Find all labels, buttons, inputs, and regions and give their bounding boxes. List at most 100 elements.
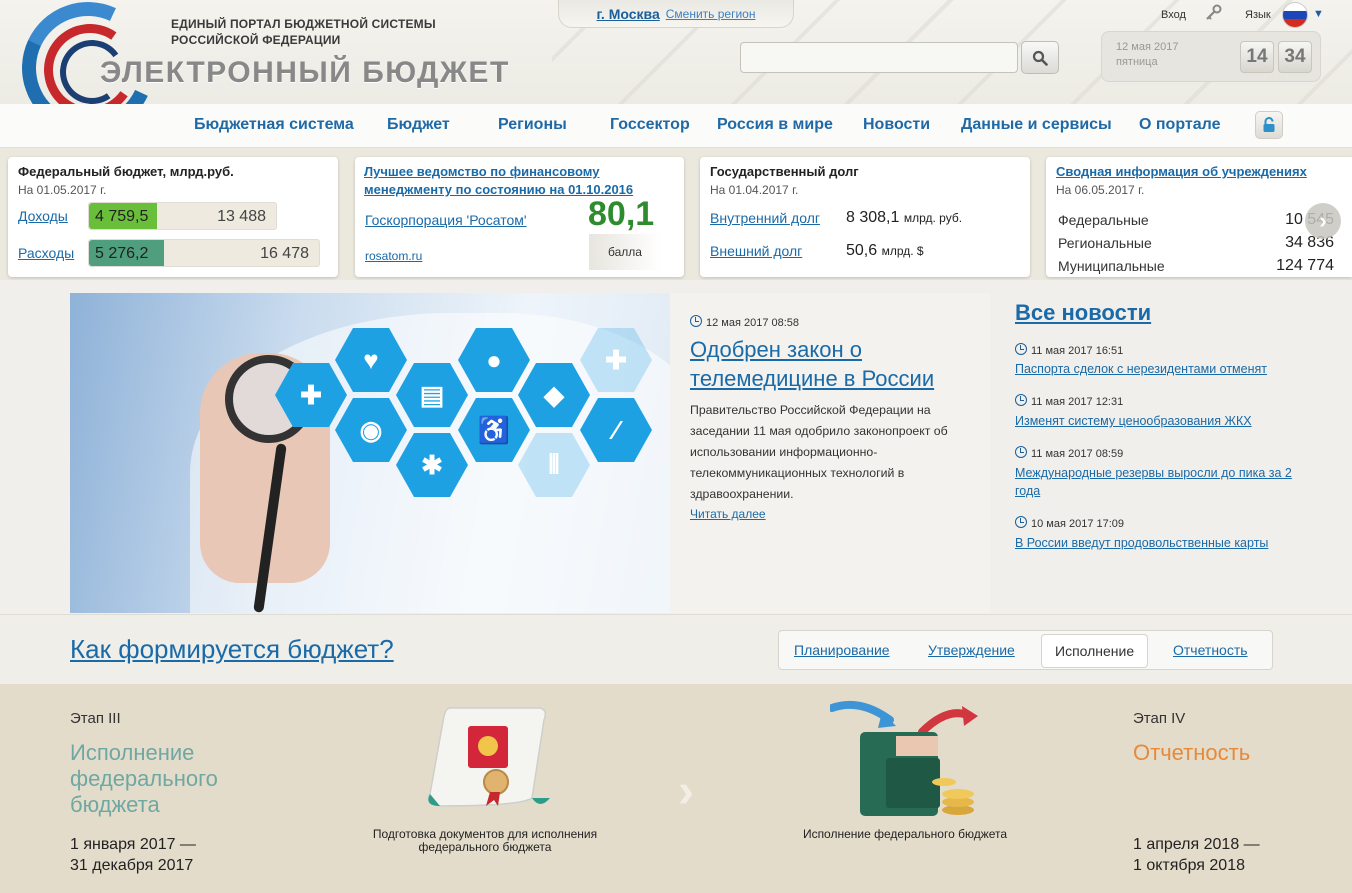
main-navigation: Бюджетная система Бюджет Регионы Госсект… [0,104,1352,148]
news-item-link[interactable]: Паспорта сделок с нерезидентами отменят [1015,360,1315,378]
tab-reporting[interactable]: Отчетность [1173,642,1248,658]
nav-public-sector[interactable]: Госсектор [610,116,690,134]
external-debt-number: 50,6 [846,242,878,259]
clock-icon [1015,516,1027,528]
news-item-link[interactable]: Изменят систему ценообразования ЖКХ [1015,412,1315,430]
expense-link[interactable]: Расходы [18,245,74,261]
clock-icon [1015,343,1027,355]
budget-process-title[interactable]: Как формируется бюджет? [70,634,394,665]
login-link[interactable]: Вход [1161,9,1186,21]
read-more-link[interactable]: Читать далее [690,507,766,521]
external-debt-link[interactable]: Внешний долг [710,243,802,259]
institutions-row-label: Федеральные [1058,212,1149,228]
clock-icon [690,315,702,327]
nav-budget-system[interactable]: Бюджетная система [194,116,354,134]
stage3-dates: 1 января 2017 — 31 декабря 2017 [70,834,196,876]
featured-article-headline[interactable]: Одобрен закон о телемедицине в России [690,335,980,393]
internal-debt-link[interactable]: Внутренний долг [710,210,820,226]
income-total: 13 488 [217,208,266,225]
federal-budget-card: Федеральный бюджет, млрд.руб. На 01.05.2… [8,157,338,277]
stage4-name: Отчетность [1133,740,1251,765]
news-date-text: 11 мая 2017 12:31 [1031,396,1124,408]
nav-budget[interactable]: Бюджет [387,116,450,134]
chevron-right-icon: › [678,765,694,818]
tab-planning[interactable]: Планирование [794,642,890,658]
stage3-start-date: 1 января 2017 — [70,836,196,853]
date-time-widget: 12 мая 2017 пятница 14 34 [1101,31,1321,82]
expense-value: 5 276,2 [95,245,149,262]
best-ministry-card: Лучшее ведомство по финансовому менеджме… [355,157,684,277]
chevron-down-icon[interactable]: ▼ [1313,8,1324,20]
institutions-title[interactable]: Сводная информация об учреждениях [1056,164,1307,179]
news-list: Все новости 11 мая 2017 16:51 Паспорта с… [990,280,1352,614]
tab-approval[interactable]: Утверждение [928,642,1015,658]
brand-title[interactable]: ЭЛЕКТРОННЫЙ БЮДЖЕТ [100,56,510,90]
all-news-link[interactable]: Все новости [1015,300,1151,326]
news-item-link[interactable]: В России введут продовольственные карты [1015,534,1315,552]
russian-flag-icon[interactable] [1282,2,1308,28]
site-header: ЕДИНЫЙ ПОРТАЛ БЮДЖЕТНОЙ СИСТЕМЫ РОССИЙСК… [0,0,1352,104]
rosatom-link[interactable]: Госкорпорация 'Росатом' [365,212,527,228]
telemedicine-illustration[interactable]: ♥ ● ✚ ✚ ▤ ◆ ◉ ♿ ∕ ✱ ⫴ [70,293,670,613]
rosatom-site-link[interactable]: rosatom.ru [365,249,422,263]
nav-about-portal[interactable]: О портале [1139,116,1220,134]
change-region-link[interactable]: Сменить регион [666,7,756,21]
search-button[interactable] [1021,41,1059,74]
clock-icon [1015,394,1027,406]
search-input[interactable] [740,42,1018,73]
budget-process-header: Как формируется бюджет? Планирование Утв… [0,614,1352,684]
stage4-start-date: 1 апреля 2018 — [1133,836,1260,853]
institutions-row-label: Муниципальные [1058,258,1165,274]
nav-news[interactable]: Новости [863,116,930,134]
document-scroll-icon[interactable] [420,702,550,814]
chevron-right-icon: › [1319,208,1327,233]
state-debt-card: Государственный долг На 01.04.2017 г. Вн… [700,157,1030,277]
news-date-text: 11 мая 2017 08:59 [1031,448,1124,460]
featured-news-section: ♥ ● ✚ ✚ ▤ ◆ ◉ ♿ ∕ ✱ ⫴ 12 мая 2017 08:58 … [0,280,1352,614]
featured-article-body: Правительство Российской Федерации на за… [690,403,948,501]
external-debt-unit: млрд. $ [881,244,924,258]
income-link[interactable]: Доходы [18,208,68,224]
featured-date-text: 12 мая 2017 08:58 [706,317,800,329]
clock-hours: 14 [1240,41,1274,73]
region-city-link[interactable]: г. Москва [597,6,660,22]
budget-process-tabs: Планирование Утверждение Исполнение Отче… [778,630,1273,670]
key-icon[interactable] [1205,4,1223,22]
clock-icon [1015,446,1027,458]
state-debt-title: Государственный долг [710,164,859,179]
news-date-text: 10 мая 2017 17:09 [1031,518,1125,530]
news-item-date: 11 мая 2017 12:31 [1015,394,1123,408]
internal-debt-value: 8 308,1 млрд. руб. [846,209,962,227]
institutions-date: На 06.05.2017 г. [1056,183,1145,197]
current-weekday: пятница [1116,56,1158,68]
step1-caption: Подготовка документов для исполнения фед… [372,827,598,854]
stage4-dates: 1 апреля 2018 — 1 октября 2018 [1133,834,1260,876]
ministry-score-unit: балла [589,234,661,270]
news-item-date: 11 мая 2017 08:59 [1015,446,1123,460]
news-item-link[interactable]: Международные резервы выросли до пика за… [1015,464,1315,500]
income-value: 4 759,5 [95,208,149,225]
state-debt-date: На 01.04.2017 г. [710,183,799,197]
step2-caption: Исполнение федерального бюджета [802,827,1008,841]
tab-execution[interactable]: Исполнение [1041,634,1149,668]
featured-article-date: 12 мая 2017 08:58 [690,315,799,329]
region-selector: г. Москва Сменить регион [558,0,794,28]
language-label: Язык [1245,9,1271,21]
stage3-label: Этап III [70,710,121,727]
institutions-row-value: 124 774 [1276,257,1334,274]
best-ministry-title-line1[interactable]: Лучшее ведомство по финансовому [364,164,599,179]
internal-debt-number: 8 308,1 [846,209,900,226]
wallet-icon[interactable] [830,698,980,820]
featured-article: 12 мая 2017 08:58 Одобрен закон о телеме… [670,293,990,613]
news-item-date: 11 мая 2017 16:51 [1015,343,1123,357]
stage3-end-date: 31 декабря 2017 [70,857,194,874]
nav-regions[interactable]: Регионы [498,116,567,134]
federal-budget-date: На 01.05.2017 г. [18,183,107,197]
external-debt-value: 50,6 млрд. $ [846,242,924,260]
carousel-next-button[interactable]: › [1305,203,1341,239]
nav-data-services[interactable]: Данные и сервисы [961,116,1112,134]
income-bar: 4 759,5 13 488 [88,202,277,230]
nav-russia-in-world[interactable]: Россия в мире [717,116,833,134]
lock-button[interactable] [1255,111,1283,139]
org-name-line1: ЕДИНЫЙ ПОРТАЛ БЮДЖЕТНОЙ СИСТЕМЫ [171,17,436,31]
